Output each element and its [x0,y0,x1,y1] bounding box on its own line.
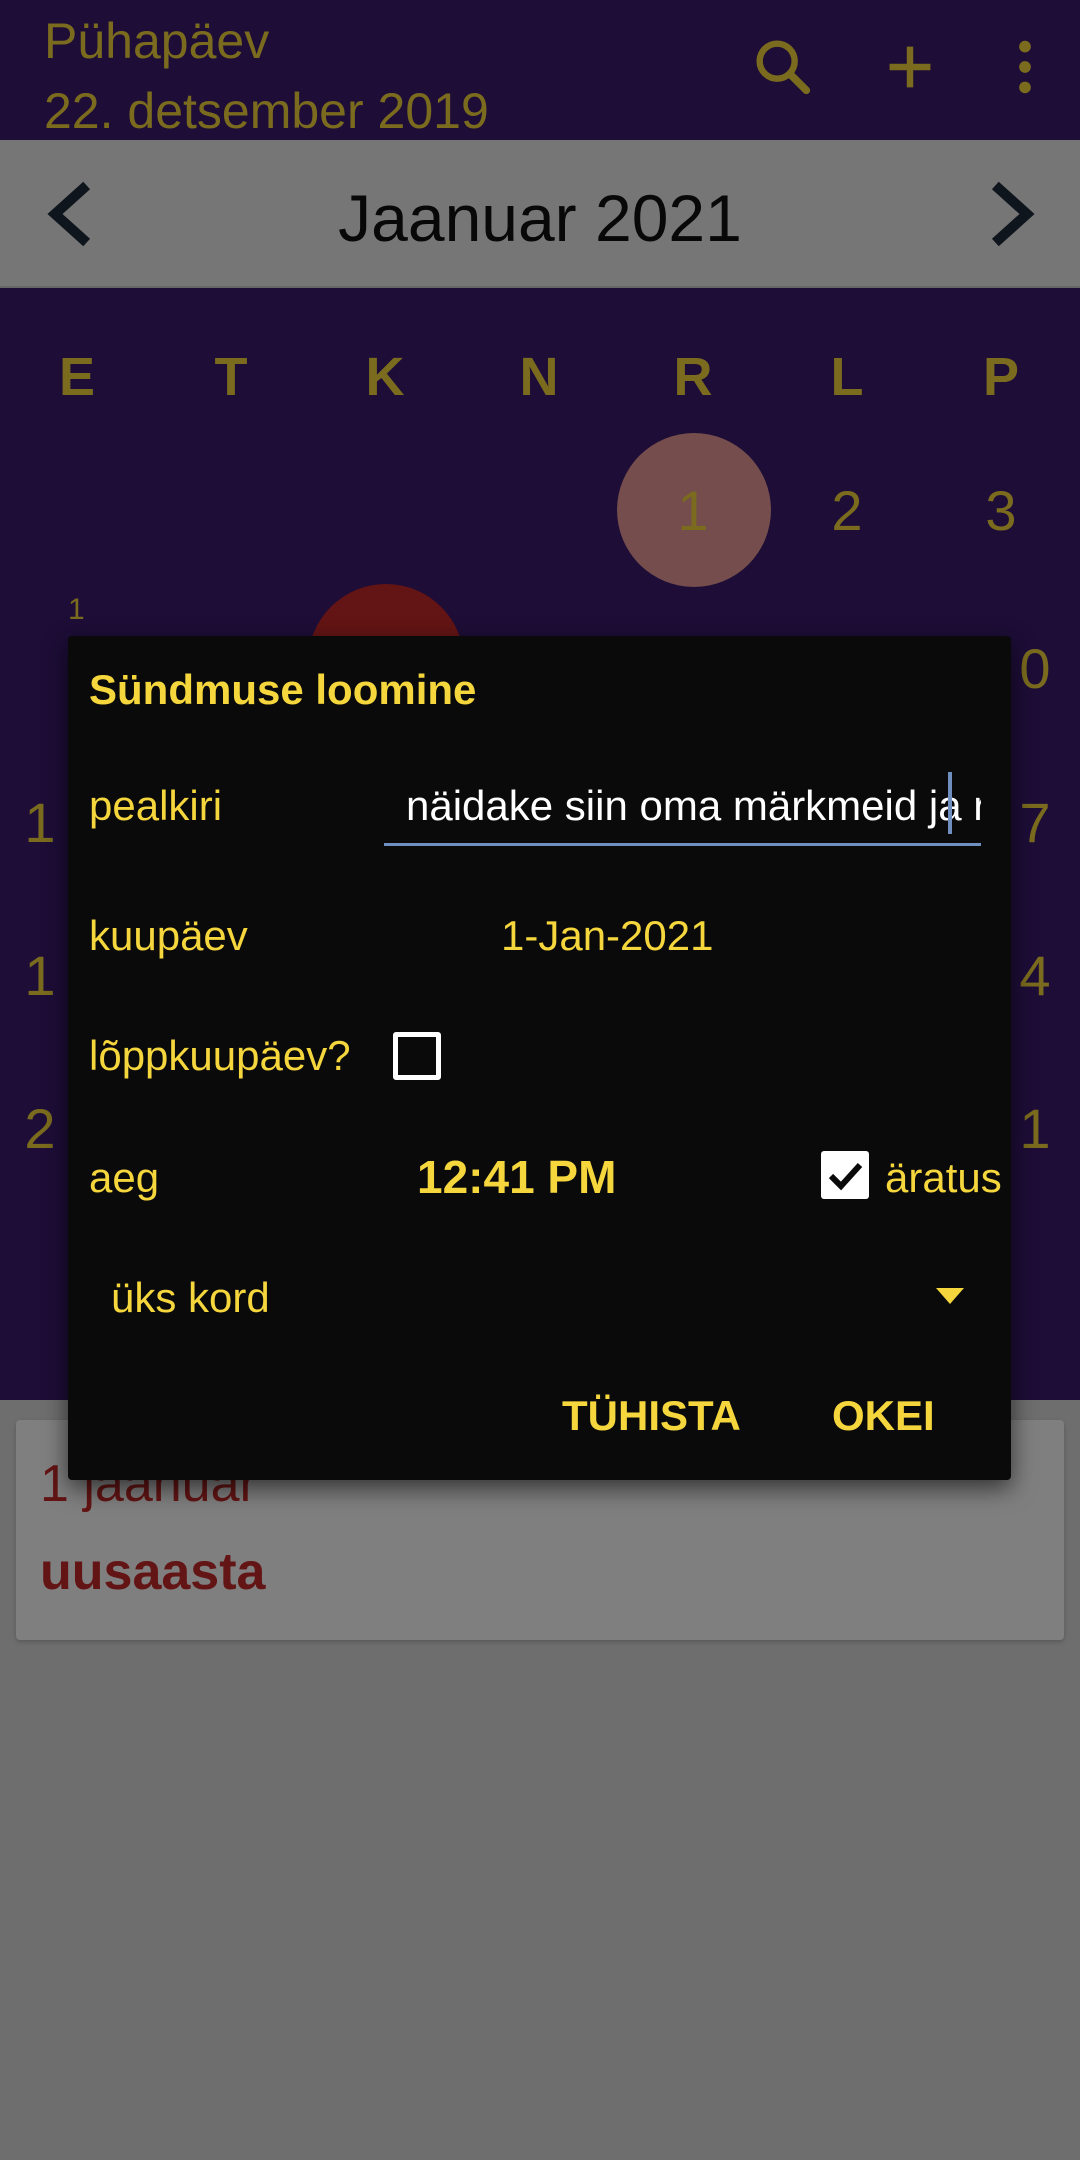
create-event-dialog: Sündmuse loomine pealkiri näidake siin o… [68,636,1011,1480]
end-date-checkbox[interactable] [393,1032,441,1080]
alarm-checkbox[interactable] [821,1151,869,1199]
dropdown-arrow-icon [936,1288,964,1304]
cancel-button[interactable]: TÜHISTA [552,1376,751,1456]
title-input[interactable]: näidake siin oma märkmeid ja r [384,766,981,846]
text-cursor [948,772,952,834]
time-label: aeg [89,1154,160,1201]
checkmark-icon [828,1162,863,1191]
title-input-value: näidake siin oma märkmeid ja r [406,782,981,829]
repeat-dropdown[interactable]: üks kord [89,1246,989,1346]
repeat-selected-value: üks kord [111,1274,270,1321]
date-label: kuupäev [89,912,248,959]
alarm-label: äratus [885,1154,1002,1201]
time-picker-value[interactable]: 12:41 PM [417,1150,616,1204]
dialog-title: Sündmuse loomine [89,666,477,713]
title-label: pealkiri [89,782,223,829]
ok-button[interactable]: OKEI [822,1376,945,1456]
end-date-label: lõppkuupäev? [89,1032,351,1079]
date-picker-value[interactable]: 1-Jan-2021 [501,912,713,960]
